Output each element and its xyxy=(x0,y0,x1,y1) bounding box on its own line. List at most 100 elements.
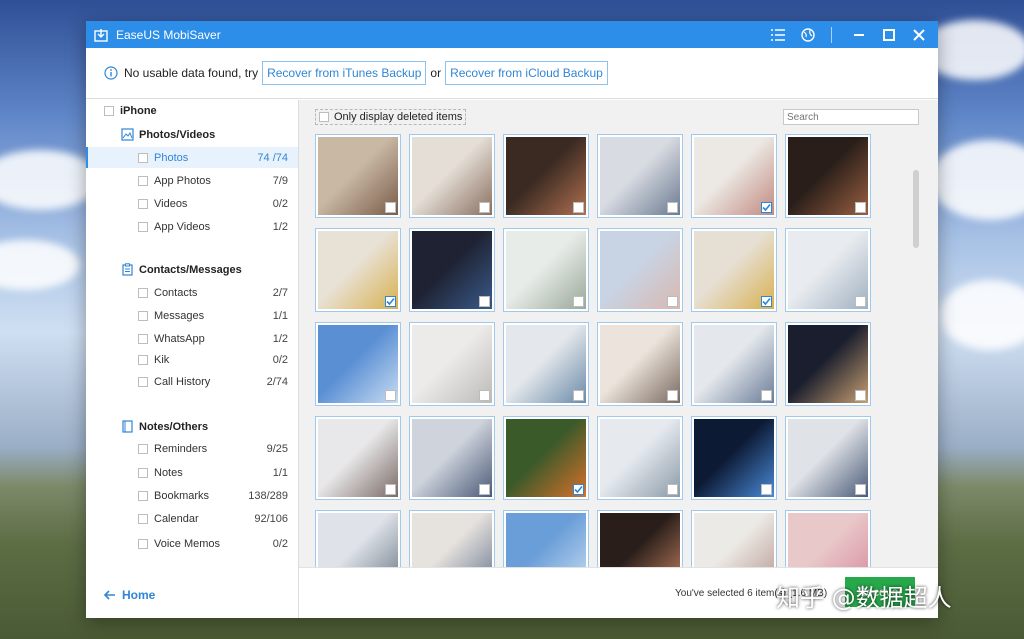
photo-checkbox[interactable] xyxy=(667,484,678,495)
only-deleted-checkbox[interactable] xyxy=(319,112,329,122)
photo-thumbnail[interactable] xyxy=(785,416,871,500)
photo-checkbox-checked[interactable] xyxy=(761,296,772,307)
photo-checkbox[interactable] xyxy=(385,390,396,401)
photo-checkbox[interactable] xyxy=(667,390,678,401)
sidebar-item-app-photos[interactable]: App Photos 7/9 xyxy=(86,170,298,191)
photo-checkbox[interactable] xyxy=(761,390,772,401)
photo-thumbnail[interactable] xyxy=(691,228,777,312)
device-checkbox[interactable] xyxy=(104,106,114,116)
photo-thumbnail[interactable] xyxy=(503,322,589,406)
sidebar-item-voice-memos[interactable]: Voice Memos 0/2 xyxy=(86,533,298,554)
item-checkbox[interactable] xyxy=(138,513,148,524)
recover-itunes-button[interactable]: Recover from iTunes Backup xyxy=(262,61,427,85)
photo-thumbnail[interactable] xyxy=(315,510,401,567)
group-notes-others[interactable]: Notes/Others xyxy=(121,420,208,433)
only-deleted-toggle[interactable]: Only display deleted items xyxy=(315,109,467,125)
photo-thumbnail[interactable] xyxy=(691,322,777,406)
sidebar-item-messages[interactable]: Messages 1/1 xyxy=(86,305,298,326)
device-node[interactable]: iPhone xyxy=(104,105,157,117)
photo-thumbnail[interactable] xyxy=(597,228,683,312)
photo-thumbnail[interactable] xyxy=(597,322,683,406)
photo-checkbox[interactable] xyxy=(855,296,866,307)
photo-checkbox[interactable] xyxy=(385,484,396,495)
close-icon[interactable] xyxy=(908,25,930,45)
sidebar-item-whatsapp[interactable]: WhatsApp 1/2 xyxy=(86,328,298,349)
photo-thumbnail[interactable] xyxy=(785,510,871,567)
photo-thumbnail[interactable] xyxy=(691,510,777,567)
item-checkbox[interactable] xyxy=(138,443,148,454)
photo-checkbox[interactable] xyxy=(573,390,584,401)
photo-thumbnail[interactable] xyxy=(785,322,871,406)
photo-checkbox[interactable] xyxy=(385,202,396,213)
photo-thumbnail[interactable] xyxy=(691,416,777,500)
sidebar-item-kik[interactable]: Kik 0/2 xyxy=(86,349,298,370)
menu-icon[interactable] xyxy=(767,25,789,45)
sidebar-item-notes[interactable]: Notes 1/1 xyxy=(86,462,298,483)
sidebar-item-app-videos[interactable]: App Videos 1/2 xyxy=(86,216,298,237)
item-checkbox[interactable] xyxy=(138,198,148,209)
photo-thumbnail[interactable] xyxy=(597,510,683,567)
photo-checkbox-checked[interactable] xyxy=(761,202,772,213)
photo-checkbox[interactable] xyxy=(855,202,866,213)
photo-thumbnail[interactable] xyxy=(315,228,401,312)
photo-thumbnail[interactable] xyxy=(597,134,683,218)
item-checkbox[interactable] xyxy=(138,354,148,365)
sidebar-item-bookmarks[interactable]: Bookmarks 138/289 xyxy=(86,485,298,506)
sidebar-item-calendar[interactable]: Calendar 92/106 xyxy=(86,508,298,529)
photo-thumbnail[interactable] xyxy=(503,134,589,218)
photo-checkbox[interactable] xyxy=(479,202,490,213)
sidebar-item-photos[interactable]: Photos 74 /74 xyxy=(86,147,298,168)
group-contacts-messages[interactable]: Contacts/Messages xyxy=(121,263,242,276)
photo-thumbnail[interactable] xyxy=(597,416,683,500)
photo-thumbnail[interactable] xyxy=(315,134,401,218)
sidebar-item-call-history[interactable]: Call History 2/74 xyxy=(86,371,298,392)
globe-icon[interactable] xyxy=(797,25,819,45)
item-checkbox[interactable] xyxy=(138,467,148,478)
photo-thumbnail[interactable] xyxy=(785,228,871,312)
item-checkbox[interactable] xyxy=(138,538,148,549)
photo-thumbnail[interactable] xyxy=(409,228,495,312)
maximize-icon[interactable] xyxy=(878,25,900,45)
item-checkbox[interactable] xyxy=(138,333,148,344)
item-checkbox[interactable] xyxy=(138,490,148,501)
photo-thumbnail[interactable] xyxy=(691,134,777,218)
photo-checkbox[interactable] xyxy=(573,296,584,307)
item-checkbox[interactable] xyxy=(138,175,148,186)
minimize-icon[interactable] xyxy=(848,25,870,45)
item-checkbox[interactable] xyxy=(138,310,148,321)
photo-checkbox[interactable] xyxy=(479,484,490,495)
sidebar-item-videos[interactable]: Videos 0/2 xyxy=(86,193,298,214)
photo-thumbnail[interactable] xyxy=(503,510,589,567)
sidebar-item-contacts[interactable]: Contacts 2/7 xyxy=(86,282,298,303)
photo-checkbox[interactable] xyxy=(667,202,678,213)
item-checkbox[interactable] xyxy=(138,287,148,298)
photo-thumbnail[interactable] xyxy=(315,416,401,500)
item-checkbox[interactable] xyxy=(138,221,148,232)
photo-thumbnail[interactable] xyxy=(503,416,589,500)
home-button[interactable]: Home xyxy=(104,588,155,602)
sidebar-item-reminders[interactable]: Reminders 9/25 xyxy=(86,438,298,459)
photo-thumbnail[interactable] xyxy=(503,228,589,312)
photo-checkbox[interactable] xyxy=(855,390,866,401)
photo-thumbnail[interactable] xyxy=(409,510,495,567)
group-photos-videos[interactable]: Photos/Videos xyxy=(121,128,215,141)
photo-checkbox[interactable] xyxy=(479,390,490,401)
item-label: Photos xyxy=(154,151,189,164)
scrollbar-thumb[interactable] xyxy=(913,170,919,248)
photo-checkbox[interactable] xyxy=(479,296,490,307)
photo-checkbox[interactable] xyxy=(761,484,772,495)
photo-thumbnail[interactable] xyxy=(785,134,871,218)
photo-checkbox[interactable] xyxy=(573,202,584,213)
item-checkbox[interactable] xyxy=(138,152,148,163)
photo-checkbox-checked[interactable] xyxy=(385,296,396,307)
photo-thumbnail[interactable] xyxy=(409,416,495,500)
photo-checkbox-checked[interactable] xyxy=(573,484,584,495)
photo-thumbnail[interactable] xyxy=(409,322,495,406)
recover-icloud-button[interactable]: Recover from iCloud Backup xyxy=(445,61,608,85)
photo-checkbox[interactable] xyxy=(667,296,678,307)
photo-thumbnail[interactable] xyxy=(409,134,495,218)
item-checkbox[interactable] xyxy=(138,376,148,387)
photo-checkbox[interactable] xyxy=(855,484,866,495)
photo-thumbnail[interactable] xyxy=(315,322,401,406)
search-input[interactable] xyxy=(783,109,919,125)
